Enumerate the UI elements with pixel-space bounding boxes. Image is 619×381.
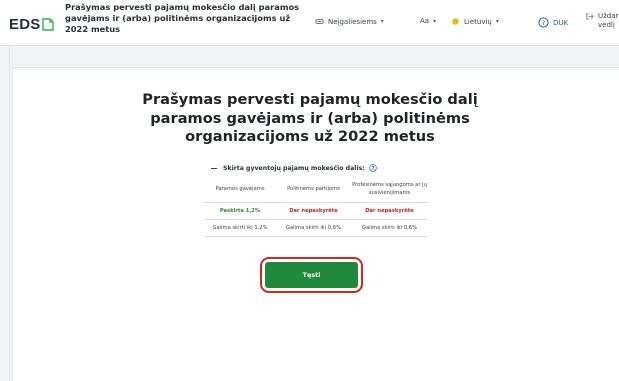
eds-logo[interactable]: EDS [9, 16, 55, 33]
language-label: Lietuvių [464, 17, 492, 26]
collapse-dash[interactable] [211, 167, 217, 169]
top-bar: EDS Prašymas pervesti pajamų mokesčio da… [0, 0, 619, 46]
column-header: Paramos gavėjams [215, 186, 265, 192]
status-cell: Dar nepaskyrėte [365, 208, 414, 214]
font-size-menu[interactable]: Aa ▾ [420, 17, 436, 25]
limit-cell: Galima skirti iki 0,6% [285, 225, 342, 231]
svg-text:?: ? [371, 166, 374, 172]
document-icon [42, 18, 55, 31]
section-label-text: Skirta gyventojų pajamų mokesčio dalis: [223, 164, 365, 172]
svg-text:?: ? [542, 19, 545, 27]
status-cell: Dar nepaskyrėte [289, 208, 338, 214]
app-title: Prašymas pervesti pajamų mokesčio dalį p… [65, 2, 300, 34]
chevron-down-icon: ▾ [433, 17, 437, 25]
column-header: Profesinėms sąjungoms ar jų susivienijim… [352, 182, 427, 196]
help-icon: ? [538, 17, 549, 28]
help-label: DUK [553, 18, 569, 27]
limit-cell: Galima skirti iki 1,2% [212, 225, 268, 231]
divider [12, 67, 619, 68]
continue-button[interactable]: Tęsti [265, 262, 358, 288]
chevron-down-icon: ▾ [495, 18, 499, 25]
exit-wizard-button[interactable]: Uždaryti vedlį [585, 12, 619, 30]
page-heading: Prašymas pervesti pajamų mokesčio dalį p… [142, 91, 478, 145]
table-header-row: Paramos gavėjams Politinėms partijoms Pr… [204, 176, 428, 203]
table-row-status: Paskirta 1,2% Dar nepaskyrėte Dar nepask… [204, 203, 428, 220]
accessibility-menu[interactable]: Neįgaliesiems ▾ [315, 17, 384, 26]
table-row-limits: Galima skirti iki 1,2% Galima skirti iki… [204, 220, 428, 237]
column-header: Politinėms partijoms [287, 186, 340, 192]
chevron-down-icon: ▾ [380, 18, 384, 25]
font-size-label: Aa [420, 17, 430, 25]
allocation-section-label: Skirta gyventojų pajamų mokesčio dalis: … [211, 164, 377, 172]
exit-label: Uždaryti vedlį [598, 12, 619, 29]
allocation-table: Paramos gavėjams Politinėms partijoms Pr… [204, 176, 428, 237]
limit-cell: Galima skirti iki 0,6% [361, 225, 418, 231]
left-frame [0, 46, 10, 381]
status-cell: Paskirta 1,2% [219, 208, 261, 214]
globe-icon [452, 18, 459, 25]
question-icon[interactable]: ? [368, 164, 377, 172]
accessibility-icon [315, 19, 324, 24]
accessibility-label: Neįgaliesiems [328, 17, 377, 26]
logo-text: EDS [9, 16, 41, 33]
language-menu[interactable]: Lietuvių ▾ [451, 17, 499, 26]
exit-icon [586, 13, 594, 20]
help-link[interactable]: ? DUK [538, 17, 568, 28]
